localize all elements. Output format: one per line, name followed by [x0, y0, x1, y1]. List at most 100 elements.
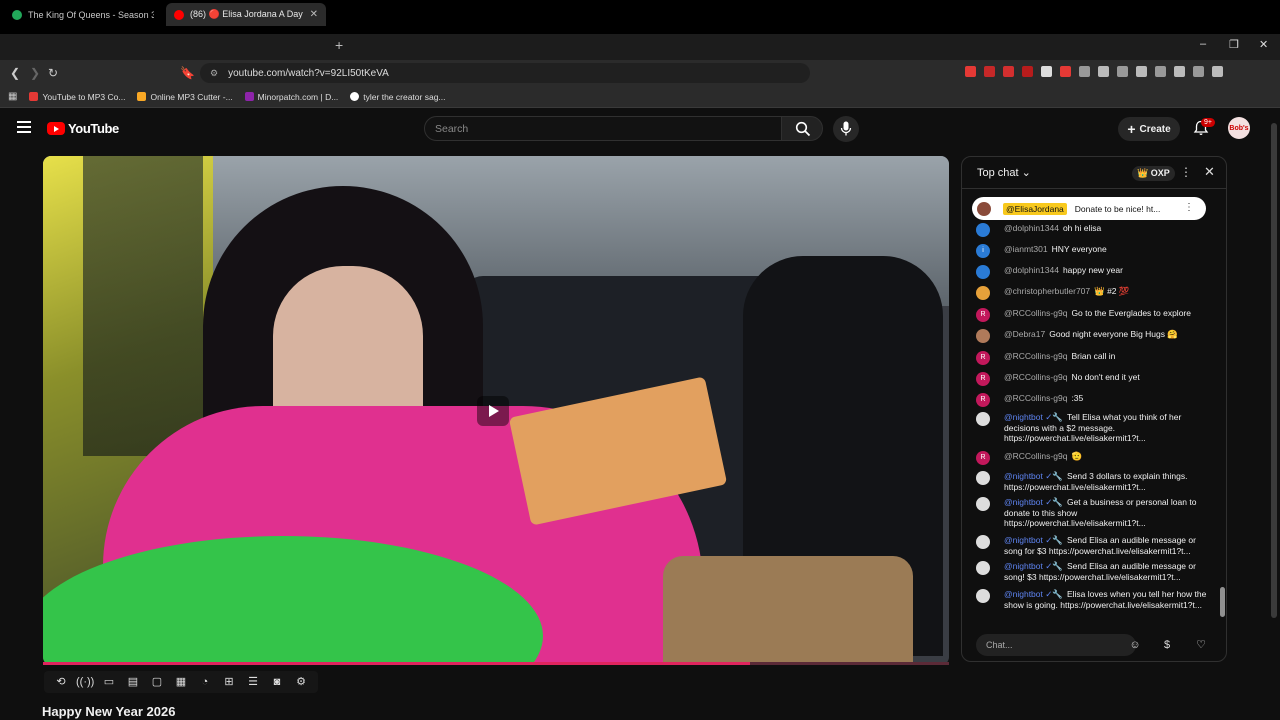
message-text: Good night everyone Big Hugs 🤗 — [1049, 329, 1178, 339]
site-info-icon[interactable]: ⚙ — [210, 68, 218, 79]
chat-message[interactable]: @dolphin1344 happy new year — [976, 265, 1208, 279]
loop-icon[interactable]: ⟲ — [52, 675, 70, 689]
extension-icon[interactable] — [1060, 66, 1071, 77]
chat-scrollbar[interactable] — [1220, 587, 1225, 617]
message-author[interactable]: @Debra17 — [1004, 329, 1045, 339]
screen-icon[interactable]: ▢ — [148, 675, 166, 689]
maximize-button[interactable]: ❐ — [1229, 38, 1239, 51]
close-tab-icon[interactable]: ✕ — [310, 9, 318, 20]
bookmark-item[interactable]: Minorpatch.com | D... — [244, 92, 338, 102]
extension-icon[interactable] — [1041, 66, 1052, 77]
extension-icon[interactable] — [1022, 66, 1033, 77]
chat-message[interactable]: i @ianmt301 HNY everyone — [976, 244, 1208, 258]
extension-icon[interactable] — [1155, 66, 1166, 77]
message-author[interactable]: @ianmt301 — [1004, 244, 1048, 254]
chat-message[interactable]: R @RCCollins-g9q Go to the Everglades to e… — [976, 308, 1208, 322]
message-author[interactable]: @RCCollins-g9q — [1004, 308, 1067, 318]
reload-icon[interactable]: ↻ — [48, 66, 58, 80]
top-chat-dropdown[interactable]: Top chat ⌄ — [977, 166, 1031, 179]
extension-icon[interactable] — [984, 66, 995, 77]
apps-icon[interactable]: ▦ — [8, 91, 17, 102]
forward-icon[interactable]: ❯ — [30, 66, 40, 80]
message-author[interactable]: @christopherbutler707 — [1004, 286, 1090, 296]
voice-search-button[interactable] — [833, 116, 859, 142]
menu-icon[interactable] — [17, 121, 31, 133]
message-author[interactable]: @nightbot ✓🔧 — [1004, 535, 1063, 545]
message-author[interactable]: @nightbot ✓🔧 — [1004, 497, 1063, 507]
speed-icon[interactable]: ◔ — [196, 675, 214, 689]
youtube-favicon — [174, 9, 184, 20]
search-input[interactable]: Search — [424, 116, 782, 141]
extension-icon[interactable] — [1136, 66, 1147, 77]
video-progress-bar[interactable] — [43, 662, 949, 665]
live-chat-panel: Top chat ⌄ 👑 OXP ⋮ ✕ @ElisaJordana Donat… — [961, 156, 1227, 662]
bookmark-icon[interactable]: 🔖 — [180, 66, 195, 80]
chat-input[interactable]: Chat... — [976, 634, 1136, 656]
audio-icon[interactable]: ((·)) — [76, 675, 94, 689]
picture-in-picture-icon[interactable]: ⊞ — [220, 675, 238, 689]
message-author[interactable]: @nightbot ✓🔧 — [1004, 589, 1063, 599]
chat-message[interactable]: @dolphin1344 oh hi elisa — [976, 223, 1208, 237]
pinned-author-avatar — [977, 201, 991, 216]
message-author[interactable]: @RCCollins-g9q — [1004, 393, 1067, 403]
chat-message[interactable]: @nightbot ✓🔧 Send Elisa an audible messag… — [976, 535, 1208, 556]
chat-message[interactable]: R @RCCollins-g9q 🫡 — [976, 451, 1208, 465]
extension-icon[interactable] — [965, 66, 976, 77]
message-author[interactable]: @RCCollins-g9q — [1004, 372, 1067, 382]
chat-message[interactable]: R @RCCollins-g9q No don't end it yet — [976, 372, 1208, 386]
create-button[interactable]: + Create — [1118, 117, 1180, 141]
account-avatar[interactable]: Bob's — [1228, 117, 1250, 139]
chat-message[interactable]: @nightbot ✓🔧 Get a business or personal l… — [976, 497, 1208, 529]
tab-king-of-queens[interactable]: The King Of Queens - Season 3 Full I — [4, 3, 162, 26]
close-window-button[interactable]: ✕ — [1259, 38, 1268, 51]
extension-icon[interactable] — [1117, 66, 1128, 77]
extension-icon[interactable] — [1174, 66, 1185, 77]
extension-icon[interactable] — [1098, 66, 1109, 77]
extension-icon[interactable] — [1193, 66, 1204, 77]
page-scrollbar[interactable] — [1271, 123, 1277, 618]
new-tab-button[interactable]: + — [335, 37, 343, 53]
more-options-icon[interactable]: ⋮ — [1180, 165, 1192, 179]
chat-message[interactable]: @Debra17 Good night everyone Big Hugs 🤗 — [976, 329, 1208, 343]
settings-icon[interactable]: ⚙ — [292, 675, 310, 689]
chat-message[interactable]: R @RCCollins-g9q:35 — [976, 393, 1208, 407]
emoji-icon[interactable]: ☺ — [1128, 638, 1142, 652]
url-bar[interactable]: ⚙ youtube.com/watch?v=92LI50tKeVA — [200, 63, 810, 83]
extension-icon[interactable] — [1212, 66, 1223, 77]
pinned-message[interactable]: @ElisaJordana Donate to be nice! ht... ⋮ — [972, 197, 1206, 220]
search-button[interactable] — [781, 116, 823, 141]
tab-youtube-active[interactable]: (86) 🔴 Elisa Jordana A Day In Th ✕ — [166, 3, 326, 26]
layout-icon[interactable]: ☰ — [244, 675, 262, 689]
message-author[interactable]: @RCCollins-g9q — [1004, 451, 1067, 461]
message-author[interactable]: @nightbot ✓🔧 — [1004, 412, 1063, 422]
chat-message[interactable]: R @RCCollins-g9q Brian call in — [976, 351, 1208, 365]
chat-message[interactable]: @nightbot ✓🔧 Send 3 dollars to explain th… — [976, 471, 1208, 492]
message-author[interactable]: @nightbot ✓🔧 — [1004, 561, 1063, 571]
bookmark-item[interactable]: tyler the creator sag... — [350, 92, 446, 102]
super-chat-icon[interactable]: $ — [1160, 638, 1174, 652]
bookmark-item[interactable]: Online MP3 Cutter -... — [137, 92, 233, 102]
youtube-logo[interactable]: YouTube — [47, 121, 119, 136]
minimize-button[interactable]: – — [1200, 38, 1206, 50]
chat-message[interactable]: @nightbot ✓🔧 Send Elisa an audible messag… — [976, 561, 1208, 582]
message-author[interactable]: @nightbot ✓🔧 — [1004, 471, 1063, 481]
subtitles-icon[interactable]: ▦ — [172, 675, 190, 689]
heart-icon[interactable]: ♡ — [1194, 638, 1208, 652]
xp-badge[interactable]: 👑 OXP — [1132, 166, 1175, 181]
mini-player-icon[interactable]: ▭ — [100, 675, 118, 689]
cinema-icon[interactable]: ▤ — [124, 675, 142, 689]
extension-icon[interactable] — [1003, 66, 1014, 77]
chat-message[interactable]: @nightbot ✓🔧 Tell Elisa what you think of… — [976, 412, 1208, 444]
pinned-more-icon[interactable]: ⋮ — [1184, 202, 1194, 213]
back-icon[interactable]: ❮ — [10, 66, 20, 80]
message-author[interactable]: @dolphin1344 — [1004, 265, 1059, 275]
play-icon[interactable] — [477, 396, 509, 426]
chat-message[interactable]: @nightbot ✓🔧 Elisa loves when you tell he… — [976, 589, 1208, 610]
bookmark-item[interactable]: YouTube to MP3 Co... — [29, 92, 125, 102]
chat-message[interactable]: @christopherbutler707 👑 #2 💯 — [976, 286, 1208, 300]
message-author[interactable]: @dolphin1344 — [1004, 223, 1059, 233]
extension-icon[interactable] — [1079, 66, 1090, 77]
close-chat-icon[interactable]: ✕ — [1204, 164, 1215, 180]
message-author[interactable]: @RCCollins-g9q — [1004, 351, 1067, 361]
screenshot-icon[interactable]: ◙ — [268, 675, 286, 689]
